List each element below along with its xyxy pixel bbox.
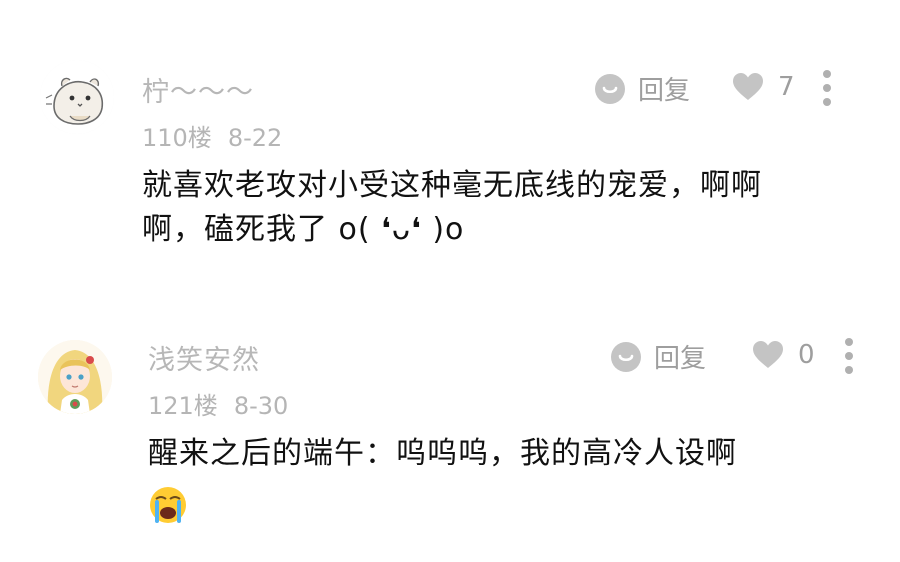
comment-content: 醒来之后的端午：呜呜呜，我的高冷人设啊 (148, 432, 737, 526)
like-button[interactable]: 0 (752, 340, 815, 370)
comment-line: 醒来之后的端午：呜呜呜，我的高冷人设啊 (148, 436, 737, 471)
reply-button[interactable]: 回复 (610, 338, 706, 375)
dot-icon (845, 366, 853, 374)
more-options-button[interactable] (842, 338, 856, 374)
username[interactable]: 浅笑安然 (148, 338, 260, 377)
like-count: 0 (798, 340, 815, 370)
floor-number: 121楼 (148, 392, 218, 420)
comment-date: 8-30 (233, 392, 289, 420)
avatar[interactable] (38, 340, 112, 414)
comment-meta: 121楼 8-30 (148, 386, 288, 421)
loudly-crying-face-emoji-icon (150, 486, 186, 523)
comment-item: 浅笑安然 121楼 8-30 回复 0 醒来之后的端午：呜呜呜，我的高冷人设啊 (0, 0, 900, 562)
anime-girl-avatar-icon (38, 340, 112, 414)
reply-label: 回复 (654, 344, 707, 374)
emoji-line (148, 482, 737, 526)
dot-icon (845, 338, 853, 346)
reply-bubble-icon (611, 341, 641, 372)
heart-icon (753, 341, 783, 368)
dot-icon (845, 352, 853, 360)
